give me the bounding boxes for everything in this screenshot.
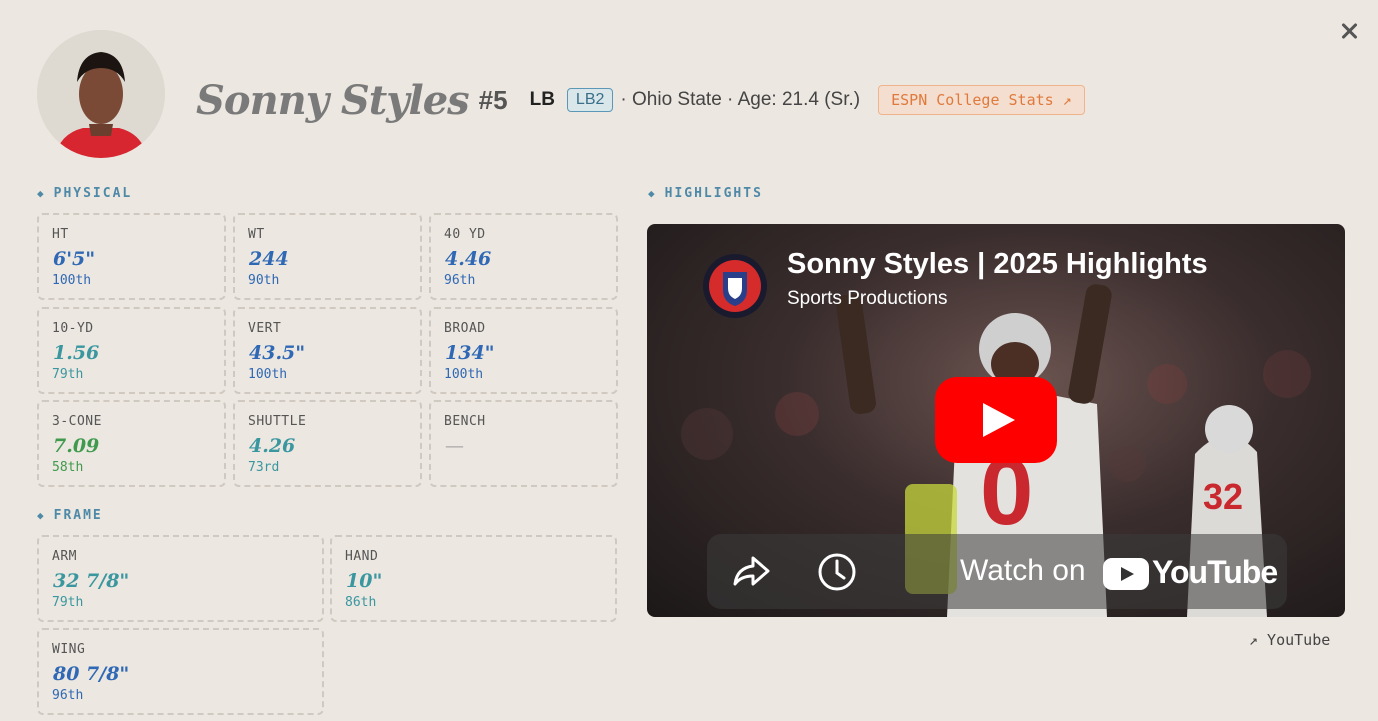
espn-stats-link[interactable]: ESPN College Stats ↗ xyxy=(878,85,1085,115)
jersey-digit-2: 32 xyxy=(1203,476,1243,517)
stat-value: 80 7/8" xyxy=(53,663,130,685)
jersey-number: #5 xyxy=(478,84,508,115)
share-icon[interactable] xyxy=(731,554,771,588)
stat-label: VERT xyxy=(248,321,282,336)
close-icon[interactable] xyxy=(1336,18,1362,44)
player-name: Sonny Styles xyxy=(196,76,470,124)
stat-value: 6'5" xyxy=(53,248,96,270)
position-label: LB xyxy=(529,89,555,110)
stat-value: 1.56 xyxy=(53,342,100,364)
highlight-video-player[interactable]: 0 32 Sonny Styles | 2025 Highlights Spor… xyxy=(647,224,1345,617)
stat-percentile: 86th xyxy=(345,595,377,610)
youtube-link[interactable]: ↗ YouTube xyxy=(1249,631,1330,649)
youtube-logo-icon[interactable] xyxy=(1103,558,1149,590)
stat-label: HT xyxy=(52,227,69,242)
stat-label: 10-YD xyxy=(52,321,94,336)
stat-label: ARM xyxy=(52,549,77,564)
diamond-icon: ◆ xyxy=(37,187,46,200)
stat-value: 10" xyxy=(346,570,383,592)
stat-percentile: 96th xyxy=(444,273,476,288)
diamond-icon: ◆ xyxy=(648,187,657,200)
stat-percentile: 96th xyxy=(52,688,84,703)
player-header: Sonny Styles #5 LB LB2 · Ohio State · Ag… xyxy=(196,68,1085,132)
stat-value: 134" xyxy=(445,342,495,364)
physical-section-title: ◆ PHYSICAL xyxy=(37,186,133,201)
stat-percentile: 58th xyxy=(52,460,84,475)
stat-card: HT 6'5" 100th xyxy=(37,213,226,300)
stat-value: — xyxy=(445,435,464,457)
stat-card: SHUTTLE 4.26 73rd xyxy=(233,400,422,487)
stat-card: BENCH — xyxy=(429,400,618,487)
stat-percentile: 100th xyxy=(248,367,288,382)
stat-value: 4.46 xyxy=(445,248,492,270)
watch-on-label[interactable]: Watch on xyxy=(960,554,1086,588)
stat-label: BENCH xyxy=(444,414,486,429)
diamond-icon: ◆ xyxy=(37,509,46,522)
stat-label: WING xyxy=(52,642,86,657)
avatar xyxy=(37,30,165,158)
video-channel[interactable]: Sports Productions xyxy=(787,288,948,310)
stat-value: 7.09 xyxy=(53,435,100,457)
stat-card: 40 YD 4.46 96th xyxy=(429,213,618,300)
channel-logo-icon[interactable] xyxy=(701,252,769,320)
stat-card: ARM 32 7/8" 79th xyxy=(37,535,324,622)
stat-card: 10-YD 1.56 79th xyxy=(37,307,226,394)
stat-percentile: 100th xyxy=(444,367,484,382)
stat-label: BROAD xyxy=(444,321,486,336)
highlights-section-title: ◆ HIGHLIGHTS xyxy=(648,186,763,201)
stat-value: 4.26 xyxy=(249,435,296,457)
stat-percentile: 73rd xyxy=(248,460,280,475)
stat-percentile: 100th xyxy=(52,273,92,288)
stat-value: 32 7/8" xyxy=(53,570,130,592)
video-title[interactable]: Sonny Styles | 2025 Highlights xyxy=(787,248,1208,281)
youtube-wordmark[interactable]: YouTube xyxy=(1152,554,1278,591)
stat-percentile: 79th xyxy=(52,367,84,382)
stat-label: WT xyxy=(248,227,265,242)
stat-label: SHUTTLE xyxy=(248,414,307,429)
stat-card: 3-CONE 7.09 58th xyxy=(37,400,226,487)
play-icon[interactable] xyxy=(935,377,1057,463)
stat-card: WING 80 7/8" 96th xyxy=(37,628,324,715)
stat-label: 40 YD xyxy=(444,227,486,242)
stat-label: HAND xyxy=(345,549,379,564)
player-meta: · Ohio State · Age: 21.4 (Sr.) xyxy=(620,89,861,110)
stat-value: 244 xyxy=(249,248,289,270)
stat-percentile: 90th xyxy=(248,273,280,288)
stat-label: 3-CONE xyxy=(52,414,102,429)
stat-value: 43.5" xyxy=(249,342,306,364)
frame-section-title: ◆ FRAME xyxy=(37,508,103,523)
stat-card: WT 244 90th xyxy=(233,213,422,300)
stat-card: BROAD 134" 100th xyxy=(429,307,618,394)
clock-icon[interactable] xyxy=(817,552,857,592)
stat-percentile: 79th xyxy=(52,595,84,610)
stat-card: VERT 43.5" 100th xyxy=(233,307,422,394)
position-badge: LB2 xyxy=(566,88,614,112)
stat-card: HAND 10" 86th xyxy=(330,535,617,622)
